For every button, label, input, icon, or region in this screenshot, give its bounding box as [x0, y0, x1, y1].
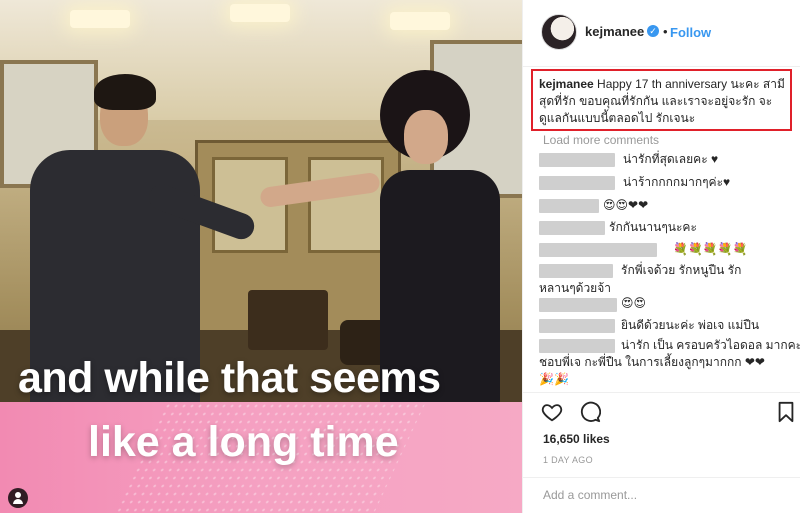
- verified-icon: ✓: [647, 25, 659, 37]
- load-more-comments-button[interactable]: Load more comments: [543, 133, 659, 147]
- comment-text: 🎉🎉: [539, 372, 569, 386]
- action-bar: [523, 392, 800, 427]
- redacted-username: [539, 153, 615, 167]
- post-photo[interactable]: and while that seems like a long time: [0, 0, 522, 513]
- redacted-username: [539, 339, 615, 353]
- ceiling-lamp: [230, 4, 290, 22]
- redacted-username: [539, 243, 657, 257]
- username-link[interactable]: kejmanee: [585, 24, 644, 39]
- comment-text: น่ารัก เป็น ครอบครัวไอดอล มากคะ: [621, 338, 800, 352]
- redacted-username: [539, 319, 615, 333]
- bookmark-icon[interactable]: [775, 401, 797, 423]
- redacted-username: [539, 176, 615, 190]
- comment-text: 😍😍: [621, 296, 647, 310]
- ceiling-lamp: [390, 12, 450, 30]
- luggage-trunk: [248, 290, 328, 350]
- comment-text: 💐💐💐💐💐: [673, 242, 748, 256]
- post-side-panel: kejmanee ✓ • Follow kejmanee Happy 17 th…: [522, 0, 800, 513]
- comment-icon[interactable]: [579, 401, 601, 423]
- comment-text: น่าร้ากกกกมากๆค่ะ♥: [623, 175, 731, 189]
- add-comment-input[interactable]: [541, 487, 785, 503]
- redacted-username: [539, 264, 613, 278]
- add-comment-bar: [523, 477, 800, 514]
- separator-dot: •: [663, 24, 668, 39]
- comment-text: น่ารักที่สุดเลยคะ ♥: [623, 152, 719, 166]
- comment-text: หลานๆด้วยจ้า: [539, 281, 611, 295]
- avatar[interactable]: [541, 14, 577, 50]
- follow-button[interactable]: Follow: [670, 25, 711, 40]
- redacted-username: [539, 199, 599, 213]
- redacted-username: [539, 221, 605, 235]
- tag-user-icon[interactable]: [8, 488, 28, 508]
- caption-username[interactable]: kejmanee: [539, 77, 594, 91]
- comment-text: รักกันนานๆนะคะ: [609, 220, 697, 234]
- redacted-username: [539, 298, 617, 312]
- like-count[interactable]: 16,650 likes: [543, 432, 610, 446]
- comment-text: ชอบพี่เจ กะพี่ปืน ในการเลี้ยงลูกๆมากกก ❤…: [539, 355, 765, 369]
- comment-text: ยินดีด้วยนะค่ะ พ่อเจ แม่ปืน: [621, 318, 760, 332]
- post-header: kejmanee ✓ • Follow: [523, 0, 800, 67]
- photo-caption-line1: and while that seems: [18, 354, 441, 402]
- photo-caption-line2: like a long time: [88, 418, 399, 466]
- ceiling-lamp: [70, 10, 130, 28]
- comment-text: รักพี่เจด้วย รักหนูปืน รัก: [621, 263, 742, 277]
- comment-text: 😍😍❤❤: [603, 198, 649, 212]
- post-caption: kejmanee Happy 17 th anniversary นะคะ สา…: [539, 76, 787, 127]
- heart-icon[interactable]: [541, 401, 563, 423]
- post-date[interactable]: 1 DAY AGO: [543, 455, 593, 465]
